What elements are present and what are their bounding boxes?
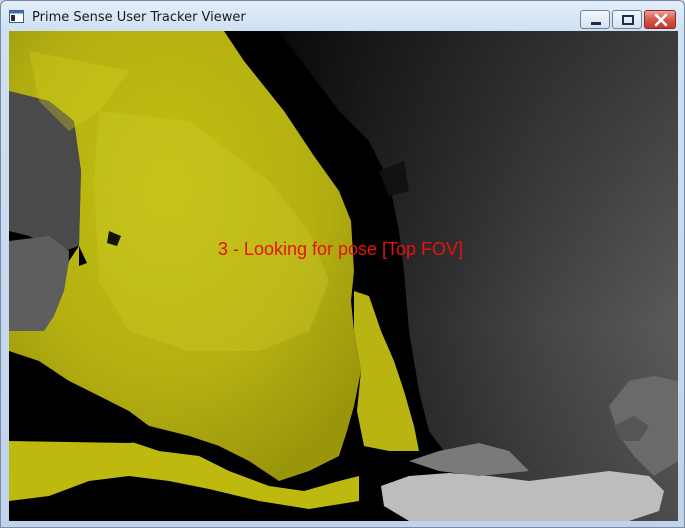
close-button[interactable] (644, 10, 676, 29)
app-window: Prime Sense User Tracker Viewer 3 - Look… (0, 0, 685, 528)
close-icon (654, 13, 668, 27)
depth-scene (9, 31, 678, 521)
window-title: Prime Sense User Tracker Viewer (32, 10, 246, 25)
minimize-icon (591, 22, 601, 25)
maximize-icon (622, 15, 634, 25)
tracking-status-text: 3 - Looking for pose [Top FOV] (217, 239, 464, 259)
maximize-button[interactable] (612, 10, 642, 29)
title-bar[interactable]: Prime Sense User Tracker Viewer (1, 1, 684, 31)
app-window-icon (9, 10, 24, 23)
minimize-button[interactable] (580, 10, 610, 29)
depth-viewport[interactable]: 3 - Looking for pose [Top FOV] (9, 31, 678, 521)
